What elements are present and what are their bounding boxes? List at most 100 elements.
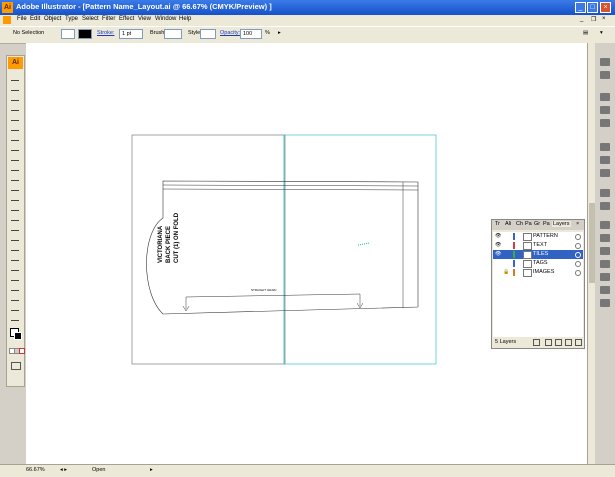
tab-pathfinder[interactable]: Pa [543,221,550,227]
tab-paragraph[interactable]: Pa [525,221,532,227]
options-icon[interactable]: ▾ [600,30,603,36]
pathfinder-panel-icon[interactable] [600,299,610,307]
pen-tool-icon[interactable] [11,114,19,121]
panel-menu-icon[interactable]: ▤ [583,30,588,36]
target-icon[interactable] [575,261,581,267]
visibility-eye-icon[interactable]: 👁 [495,242,501,248]
doc-close-button[interactable]: × [602,16,606,22]
free-transform-tool-icon[interactable] [11,204,19,211]
lock-icon[interactable]: 🔒 [503,269,509,275]
live-paint-tool-icon[interactable] [11,274,19,281]
appearance-icon[interactable] [600,189,610,197]
delete-layer-icon[interactable] [575,339,582,346]
artboard-nav-icon[interactable]: ◂ ▸ [60,467,67,473]
paintbrush-tool-icon[interactable] [11,154,19,161]
target-icon[interactable] [575,234,581,240]
screen-mode-icon[interactable] [11,362,21,370]
target-icon[interactable] [575,270,581,276]
new-layer-icon[interactable] [565,339,572,346]
stroke-panel-icon[interactable] [600,143,610,151]
tab-layers[interactable]: Layers [552,221,571,227]
gradient-panel-icon[interactable] [600,156,610,164]
line-tool-icon[interactable] [11,134,19,141]
menu-window[interactable]: Window [155,16,176,22]
zoom-tool-icon[interactable] [11,314,19,321]
hand-tool-icon[interactable] [11,304,19,311]
scissors-tool-icon[interactable] [11,294,19,301]
stroke-label[interactable]: Stroke: [97,30,114,36]
zoom-level[interactable]: 66.67% [26,467,45,473]
target-icon[interactable] [575,243,581,249]
paragraph-panel-icon[interactable] [600,273,610,281]
brush-dropdown[interactable] [164,29,182,39]
locate-object-icon[interactable] [533,339,540,346]
warp-tool-icon[interactable] [11,194,19,201]
menu-edit[interactable]: Edit [30,16,40,22]
graph-tool-icon[interactable] [11,224,19,231]
stroke-color-icon[interactable] [14,332,22,340]
doc-minimize-button[interactable]: _ [580,16,583,22]
align-panel-icon[interactable] [600,247,610,255]
panel-close-icon[interactable]: × [576,221,579,227]
target-icon[interactable] [575,252,581,258]
status-menu-icon[interactable]: ▸ [150,467,153,473]
visibility-eye-icon[interactable]: 👁 [495,233,501,239]
symbol-sprayer-tool-icon[interactable] [11,214,19,221]
gradient-tool-icon[interactable] [11,244,19,251]
recolor-icon[interactable]: ▸ [278,30,281,36]
opentype-panel-icon[interactable] [600,286,610,294]
pencil-tool-icon[interactable] [11,164,19,171]
layers-panel-icon[interactable] [600,221,610,229]
type-tool-icon[interactable] [11,124,19,131]
rotate-tool-icon[interactable] [11,174,19,181]
crop-tool-icon[interactable] [11,284,19,291]
brushes-icon[interactable] [600,106,610,114]
menu-type[interactable]: Type [65,16,78,22]
tab-graphic-styles[interactable]: Gr [534,221,540,227]
stroke-swatch[interactable] [78,29,92,39]
menu-filter[interactable]: Filter [102,16,115,22]
menu-view[interactable]: View [138,16,151,22]
stroke-weight-field[interactable]: 1 pt [119,29,143,39]
color-panel-icon[interactable] [600,58,610,66]
visibility-eye-icon[interactable]: 👁 [495,251,501,257]
menu-effect[interactable]: Effect [119,16,134,22]
new-sublayer-icon[interactable] [555,339,562,346]
eyedropper-tool-icon[interactable] [11,254,19,261]
tab-transform[interactable]: Tr [495,221,500,227]
magic-wand-tool-icon[interactable] [11,94,19,101]
menu-file[interactable]: File [17,16,27,22]
layer-color-swatch [513,233,515,240]
opacity-field[interactable]: 100 [240,29,262,39]
graphic-styles-icon[interactable] [600,202,610,210]
transparency-icon[interactable] [600,169,610,177]
swatches-icon[interactable] [600,93,610,101]
make-clipping-mask-icon[interactable] [545,339,552,346]
opacity-label[interactable]: Opacity: [220,30,240,36]
ellipse-tool-icon[interactable] [11,144,19,151]
close-button[interactable]: × [600,2,611,13]
mesh-tool-icon[interactable] [11,234,19,241]
none-mode-icon[interactable] [19,348,25,354]
tab-character[interactable]: Ch [516,221,523,227]
minimize-button[interactable]: _ [575,2,586,13]
scale-tool-icon[interactable] [11,184,19,191]
symbols-icon[interactable] [600,119,610,127]
character-panel-icon[interactable] [600,260,610,268]
fill-swatch[interactable] [61,29,75,39]
maximize-button[interactable]: □ [587,2,598,13]
lasso-tool-icon[interactable] [11,104,19,111]
menu-select[interactable]: Select [82,16,99,22]
menu-object[interactable]: Object [44,16,61,22]
selection-tool-icon[interactable] [11,74,19,81]
blend-tool-icon[interactable] [11,264,19,271]
transform-panel-icon[interactable] [600,234,610,242]
style-dropdown[interactable] [200,29,216,39]
menu-help[interactable]: Help [179,16,191,22]
tab-align[interactable]: Ali [505,221,511,227]
direct-selection-tool-icon[interactable] [11,84,19,91]
status-text[interactable]: Open [92,467,105,473]
color-guide-icon[interactable] [600,71,610,79]
menu-bar: File Edit Object Type Select Filter Effe… [0,15,615,26]
doc-restore-button[interactable]: ❐ [591,16,596,23]
